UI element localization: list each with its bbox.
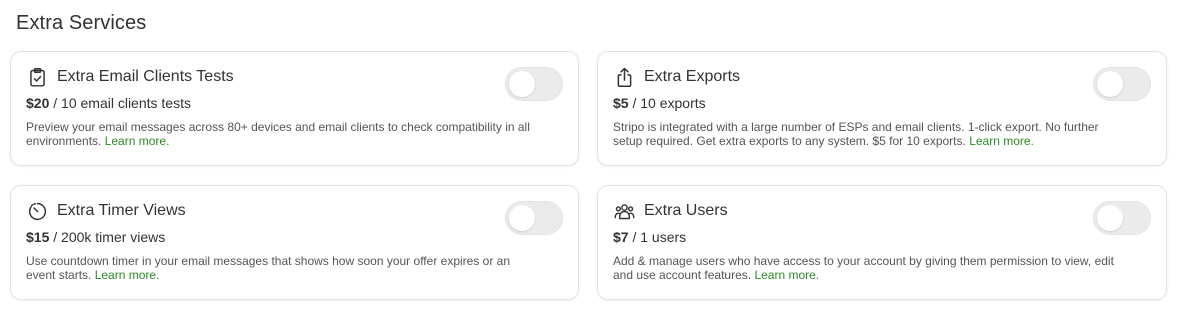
timer-icon: [26, 200, 48, 222]
service-price: $15 / 200k timer views: [26, 229, 564, 245]
description-text: Add & manage users who have access to yo…: [613, 254, 1114, 282]
toggle-knob: [1097, 71, 1123, 97]
learn-more-link[interactable]: Learn more.: [754, 268, 819, 282]
share-upload-icon: [613, 66, 635, 88]
price-amount: $15: [26, 229, 50, 245]
toggle-knob: [509, 71, 535, 97]
price-amount: $7: [613, 229, 629, 245]
clipboard-check-icon: [26, 66, 48, 88]
service-title: Extra Timer Views: [57, 202, 186, 219]
services-grid: Extra Email Clients Tests $20 / 10 email…: [10, 51, 1167, 300]
price-unit: / 200k timer views: [49, 229, 166, 245]
service-title: Extra Users: [644, 202, 728, 219]
price-unit: / 1 users: [628, 229, 687, 245]
service-card-email-tests: Extra Email Clients Tests $20 / 10 email…: [10, 51, 579, 166]
service-toggle[interactable]: [505, 201, 563, 235]
price-amount: $5: [613, 95, 629, 111]
card-header: Extra Exports: [613, 66, 1152, 88]
card-header: Extra Email Clients Tests: [26, 66, 564, 88]
card-header: Extra Users: [613, 200, 1152, 222]
service-card-users: Extra Users $7 / 1 users Add & manage us…: [597, 185, 1167, 300]
service-card-timer-views: Extra Timer Views $15 / 200k timer views…: [10, 185, 579, 300]
service-toggle[interactable]: [1093, 67, 1151, 101]
price-amount: $20: [26, 95, 50, 111]
price-unit: / 10 exports: [628, 95, 706, 111]
service-price: $5 / 10 exports: [613, 95, 1152, 111]
learn-more-link[interactable]: Learn more.: [969, 134, 1034, 148]
service-description: Add & manage users who have access to yo…: [613, 254, 1152, 282]
description-text: Preview your email messages across 80+ d…: [26, 120, 530, 148]
learn-more-link[interactable]: Learn more.: [105, 134, 170, 148]
price-unit: / 10 email clients tests: [49, 95, 191, 111]
service-description: Use countdown timer in your email messag…: [26, 254, 564, 282]
service-description: Preview your email messages across 80+ d…: [26, 120, 564, 148]
service-title: Extra Exports: [644, 68, 741, 85]
service-title: Extra Email Clients Tests: [57, 68, 234, 85]
users-icon: [613, 200, 635, 222]
learn-more-link[interactable]: Learn more.: [95, 268, 160, 282]
toggle-knob: [1097, 205, 1123, 231]
service-card-exports: Extra Exports $5 / 10 exports Stripo is …: [597, 51, 1167, 166]
service-toggle[interactable]: [505, 67, 563, 101]
service-price: $7 / 1 users: [613, 229, 1152, 245]
card-header: Extra Timer Views: [26, 200, 564, 222]
toggle-knob: [509, 205, 535, 231]
section-title: Extra Services: [16, 12, 147, 34]
service-description: Stripo is integrated with a large number…: [613, 120, 1152, 148]
service-price: $20 / 10 email clients tests: [26, 95, 564, 111]
service-toggle[interactable]: [1093, 201, 1151, 235]
